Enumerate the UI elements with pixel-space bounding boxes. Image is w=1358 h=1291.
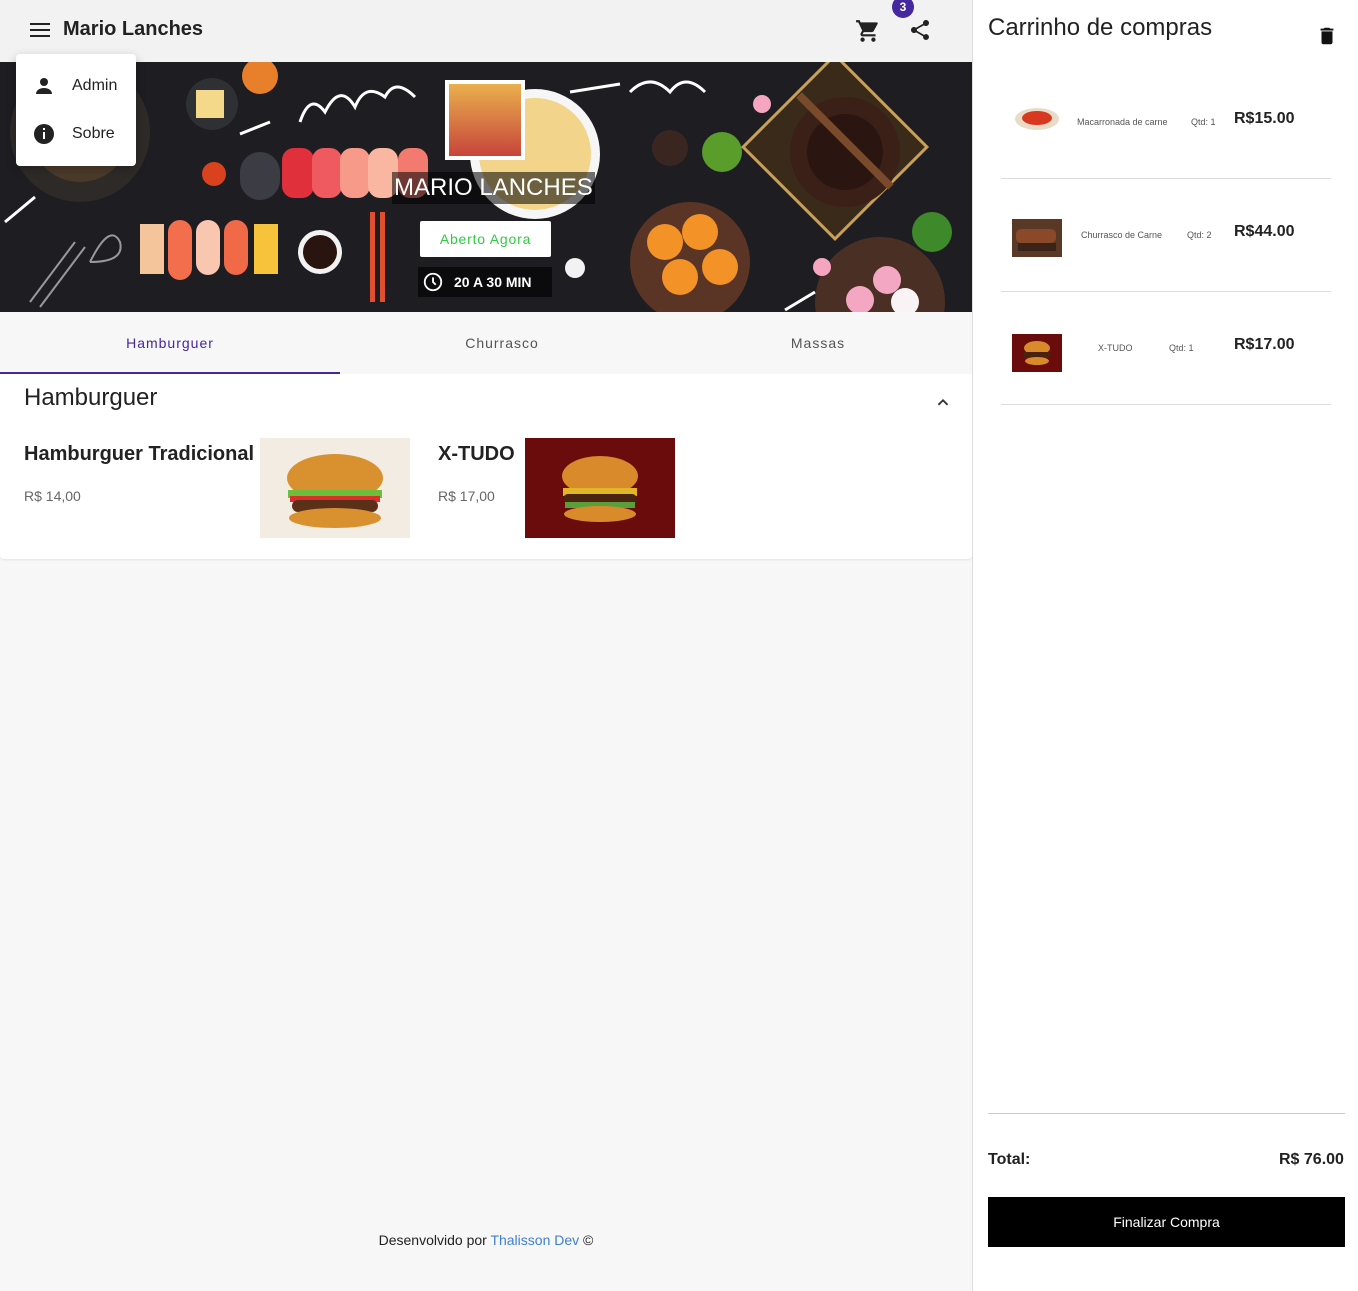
footer: Desenvolvido por Thalisson Dev © [0,1232,972,1248]
product-name: Hamburguer Tradicional [24,443,255,465]
total-value: R$ 76.00 [1279,1151,1344,1168]
store-banner: MARIO LANCHES Aberto Agora 20 A 30 MIN [0,62,972,312]
store-logo [445,80,525,160]
cart-item-quantity: Qtd: 2 [1187,230,1212,240]
cart-icon[interactable] [855,18,881,44]
tab-hamburguer[interactable]: Hamburguer [0,312,340,374]
clock-icon [423,272,443,292]
category-tabs: Hamburguer Churrasco Massas [0,312,972,374]
cart-item-quantity: Qtd: 1 [1191,117,1216,127]
menu-item-sobre[interactable]: Sobre [16,110,136,158]
total-label: Total: [988,1151,1031,1168]
cart-divider [988,1113,1345,1114]
category-section: Hamburguer Hamburguer Tradicional R$ 14,… [0,374,972,559]
cart-sidebar: Carrinho de compras Macarronada de carne… [972,0,1358,1291]
product-name: X-TUDO [438,443,515,465]
product-image [525,438,675,538]
menu-item-admin[interactable]: Admin [16,62,136,110]
cart-item-quantity: Qtd: 1 [1169,343,1194,353]
cart-item-price: R$15.00 [1234,110,1295,127]
info-icon [34,124,54,144]
tab-massas[interactable]: Massas [664,312,972,374]
cart-item: Macarronada de carne Qtd: 1 R$15.00 [1001,66,1331,179]
menu-item-label: Admin [72,77,118,94]
copyright-symbol: © [583,1232,594,1248]
cart-count-badge: 3 [892,0,914,18]
cart-item-image [1012,219,1062,257]
checkout-button[interactable]: Finalizar Compra [988,1197,1345,1247]
open-status-button[interactable]: Aberto Agora [420,221,551,257]
delivery-time-text: 20 A 30 MIN [454,274,532,290]
menu-icon[interactable] [28,19,52,43]
cart-item-price: R$44.00 [1234,223,1295,240]
app-title: Mario Lanches [63,18,204,40]
cart-item-price: R$17.00 [1234,336,1295,353]
product-image [260,438,410,538]
menu-item-label: Sobre [72,125,115,142]
cart-item-image [1012,334,1062,372]
delivery-time: 20 A 30 MIN [418,267,552,297]
product-card[interactable]: Hamburguer Tradicional R$ 14,00 [0,374,420,559]
cart-item-image [1012,99,1062,137]
share-icon[interactable] [908,18,934,44]
product-price: R$ 17,00 [438,488,495,504]
product-price: R$ 14,00 [24,488,81,504]
trash-icon[interactable] [1316,24,1338,48]
tab-churrasco[interactable]: Churrasco [340,312,664,374]
store-name: MARIO LANCHES [392,172,595,204]
footer-text: Desenvolvido por [378,1232,487,1248]
cart-title: Carrinho de compras [988,14,1213,41]
person-icon [36,78,52,94]
cart-item-name: X-TUDO [1098,343,1133,353]
top-app-bar: Mario Lanches 3 [0,0,972,62]
cart-item-name: Macarronada de carne [1077,117,1168,127]
chevron-up-icon[interactable] [932,392,954,414]
cart-item: X-TUDO Qtd: 1 R$17.00 [1001,292,1331,405]
nav-menu: Admin Sobre [16,54,136,166]
cart-item-name: Churrasco de Carne [1081,230,1163,240]
main-content: Mario Lanches 3 MARIO LANCHES Aberto Ago… [0,0,972,1291]
cart-item: Churrasco de Carne Qtd: 2 R$44.00 [1001,179,1331,292]
developer-link[interactable]: Thalisson Dev [490,1232,579,1248]
product-card[interactable]: X-TUDO R$ 17,00 [420,374,700,559]
